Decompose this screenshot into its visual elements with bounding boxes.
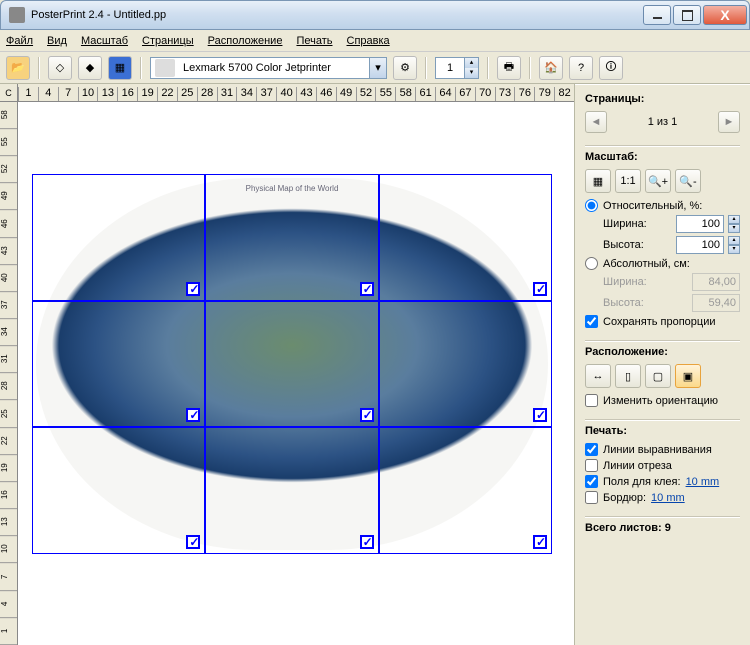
border-link[interactable]: 10 mm xyxy=(651,492,685,504)
help-button[interactable]: ? xyxy=(569,56,593,80)
page-checkbox[interactable] xyxy=(186,282,200,296)
rotate-left-button[interactable]: ◇ xyxy=(48,56,72,80)
side-panel: Страницы: ◄ 1 из 1 ► Масштаб: ▦ 1:1 🔍+ 🔍… xyxy=(575,84,750,645)
total-sheets-label: Всего листов: xyxy=(585,522,662,534)
cut-lines-checkbox[interactable]: Линии отреза xyxy=(585,459,740,472)
rotate-right-button[interactable]: ◆ xyxy=(78,56,102,80)
page-indicator: 1 из 1 xyxy=(617,116,708,128)
layout-center-button[interactable]: ↔ xyxy=(585,364,611,388)
next-page-button[interactable]: ► xyxy=(718,111,740,133)
window-title: PosterPrint 2.4 - Untitled.pp xyxy=(31,9,643,21)
maximize-button[interactable] xyxy=(673,5,701,25)
print-button[interactable]: 🖶 xyxy=(497,56,521,80)
page-checkbox[interactable] xyxy=(533,282,547,296)
about-button[interactable]: 🛈 xyxy=(599,56,623,80)
ruler-horizontal: 1471013161922252831343740434649525558616… xyxy=(18,84,574,102)
page-checkbox[interactable] xyxy=(533,408,547,422)
menu-layout[interactable]: Расположение xyxy=(208,35,283,47)
layout-stretch-button[interactable]: ▣ xyxy=(675,364,701,388)
menu-help[interactable]: Справка xyxy=(347,35,390,47)
page-cell[interactable] xyxy=(205,427,378,554)
zoom-out-button[interactable]: 🔍- xyxy=(675,169,701,193)
poster-pages[interactable]: Physical Map of the World xyxy=(32,174,552,554)
page-cell[interactable] xyxy=(205,174,378,301)
width-input[interactable] xyxy=(676,215,724,233)
menu-file[interactable]: Файл xyxy=(6,35,33,47)
page-cell[interactable] xyxy=(379,301,552,428)
align-lines-checkbox[interactable]: Линии выравнивания xyxy=(585,443,740,456)
keep-ratio-checkbox[interactable]: Сохранять пропорции xyxy=(585,315,740,328)
page-cell[interactable] xyxy=(205,301,378,428)
glue-margins-checkbox[interactable]: Поля для клея: 10 mm xyxy=(585,475,740,488)
menu-scale[interactable]: Масштаб xyxy=(81,35,128,47)
open-button[interactable]: 📂 xyxy=(6,56,30,80)
abs-width-input xyxy=(692,273,740,291)
layout-title: Расположение: xyxy=(585,346,740,358)
page-checkbox[interactable] xyxy=(360,282,374,296)
abs-height-input xyxy=(692,294,740,312)
ruler-corner: C xyxy=(0,84,18,102)
close-button[interactable]: X xyxy=(703,5,747,25)
glue-margins-link[interactable]: 10 mm xyxy=(686,476,720,488)
actual-size-button[interactable]: 1:1 xyxy=(615,169,641,193)
menubar: Файл Вид Масштаб Страницы Расположение П… xyxy=(0,30,750,52)
page-checkbox[interactable] xyxy=(360,535,374,549)
page-checkbox[interactable] xyxy=(360,408,374,422)
orientation-checkbox[interactable]: Изменить ориентацию xyxy=(585,394,740,407)
printer-select[interactable]: Lexmark 5700 Color Jetprinter ▾ xyxy=(150,57,387,79)
menu-pages[interactable]: Страницы xyxy=(142,35,194,47)
menu-print[interactable]: Печать xyxy=(296,35,332,47)
grid-view-button[interactable]: ▦ xyxy=(585,169,611,193)
page-cell[interactable] xyxy=(379,174,552,301)
page-cell[interactable] xyxy=(379,427,552,554)
page-checkbox[interactable] xyxy=(186,535,200,549)
border-checkbox[interactable]: Бордюр: 10 mm xyxy=(585,491,740,504)
print-title: Печать: xyxy=(585,425,740,437)
home-button[interactable]: 🏠 xyxy=(539,56,563,80)
pages-title: Страницы: xyxy=(585,93,740,105)
printer-name: Lexmark 5700 Color Jetprinter xyxy=(179,62,369,74)
page-checkbox[interactable] xyxy=(533,535,547,549)
toolbar: 📂 ◇ ◆ ▦ Lexmark 5700 Color Jetprinter ▾ … xyxy=(0,52,750,84)
menu-view[interactable]: Вид xyxy=(47,35,67,47)
titlebar: PosterPrint 2.4 - Untitled.pp X xyxy=(0,0,750,30)
page-cell[interactable] xyxy=(32,174,205,301)
printer-icon xyxy=(155,59,175,77)
total-sheets-value: 9 xyxy=(665,522,671,534)
page-cell[interactable] xyxy=(32,301,205,428)
page-spinner-input[interactable] xyxy=(436,58,464,78)
page-up[interactable]: ▴ xyxy=(464,58,478,68)
fit-button[interactable]: ▦ xyxy=(108,56,132,80)
relative-radio[interactable]: Относительный, %: xyxy=(585,199,740,212)
minimize-button[interactable] xyxy=(643,5,671,25)
canvas-area[interactable]: C 14710131619222528313437404346495255586… xyxy=(0,84,575,645)
page-down[interactable]: ▾ xyxy=(464,68,478,78)
height-input[interactable] xyxy=(676,236,724,254)
height-label: Высота: xyxy=(603,239,672,251)
printer-dropdown-icon[interactable]: ▾ xyxy=(369,58,386,78)
width-label: Ширина: xyxy=(603,218,672,230)
zoom-in-button[interactable]: 🔍+ xyxy=(645,169,671,193)
absolute-radio[interactable]: Абсолютный, см: xyxy=(585,257,740,270)
layout-fit-button[interactable]: ▢ xyxy=(645,364,671,388)
scale-title: Масштаб: xyxy=(585,151,740,163)
app-icon xyxy=(9,7,25,23)
printer-settings-button[interactable]: ⚙ xyxy=(393,56,417,80)
page-checkbox[interactable] xyxy=(186,408,200,422)
page-spinner[interactable]: ▴▾ xyxy=(435,57,479,79)
prev-page-button[interactable]: ◄ xyxy=(585,111,607,133)
ruler-vertical: 1471013161922252831343740434649525558 xyxy=(0,102,18,645)
page-cell[interactable] xyxy=(32,427,205,554)
abs-width-label: Ширина: xyxy=(603,276,688,288)
abs-height-label: Высота: xyxy=(603,297,688,309)
layout-page-button[interactable]: ▯ xyxy=(615,364,641,388)
